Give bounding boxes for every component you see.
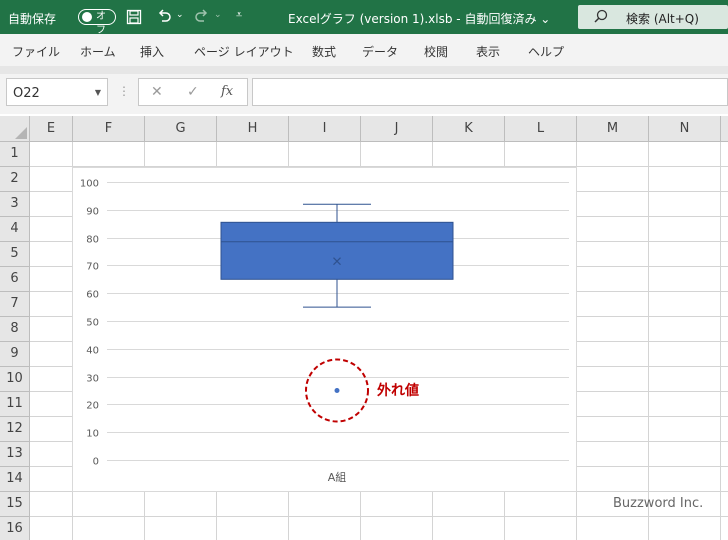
column-header-f[interactable]: F xyxy=(73,116,145,142)
search-icon xyxy=(594,9,608,26)
name-box-value: O22 xyxy=(13,86,40,101)
y-tick-label: 30 xyxy=(86,374,99,385)
redo-icon[interactable] xyxy=(192,7,212,27)
chevron-down-icon[interactable]: ▼ xyxy=(95,88,101,97)
formula-bar: O22 ▼ ⋮ ✕ ✓ fx xyxy=(0,74,728,114)
select-all-button[interactable] xyxy=(0,116,30,142)
enter-icon[interactable]: ✓ xyxy=(187,84,199,100)
search-box[interactable]: 検索 (Alt+Q) xyxy=(578,5,728,29)
watermark: Buzzword Inc. xyxy=(613,496,704,511)
tab-data[interactable]: データ xyxy=(362,43,398,60)
y-tick-label: 90 xyxy=(86,207,99,218)
y-tick-label: 80 xyxy=(86,235,99,246)
row-header-1[interactable]: 1 xyxy=(0,142,30,167)
row-header-2[interactable]: 2 xyxy=(0,167,30,192)
toggle-knob xyxy=(82,12,92,22)
insert-function-icon[interactable]: fx xyxy=(221,84,233,99)
redo-dropdown-icon: ⌄ xyxy=(214,10,222,20)
column-header-m[interactable]: M xyxy=(577,116,649,142)
title-bar: 自動保存 オフ ⌄ ⌄ ⩡ Excelグラフ (version 1).xlsb … xyxy=(0,0,728,36)
name-box[interactable]: O22 ▼ xyxy=(6,78,108,106)
column-header-k[interactable]: K xyxy=(433,116,505,142)
row-header-11[interactable]: 11 xyxy=(0,392,30,417)
tab-page-layout[interactable]: ページ レイアウト xyxy=(194,43,294,60)
formula-buttons: ✕ ✓ fx xyxy=(138,78,248,106)
row-header-13[interactable]: 13 xyxy=(0,442,30,467)
column-header-l[interactable]: L xyxy=(505,116,577,142)
column-header-g[interactable]: G xyxy=(145,116,217,142)
formula-input[interactable] xyxy=(252,78,728,106)
row-header-15[interactable]: 15 xyxy=(0,492,30,517)
tab-review[interactable]: 校閲 xyxy=(424,43,448,60)
row-header-5[interactable]: 5 xyxy=(0,242,30,267)
row-header-4[interactable]: 4 xyxy=(0,217,30,242)
row-header-14[interactable]: 14 xyxy=(0,467,30,492)
tab-view[interactable]: 表示 xyxy=(476,43,500,60)
box-plot-chart[interactable]: 100 90 80 70 60 50 40 30 20 10 0 A組 外れ値 xyxy=(72,167,577,492)
autosave-label: 自動保存 xyxy=(8,12,57,26)
select-all-icon xyxy=(15,127,27,139)
y-tick-label: 0 xyxy=(93,457,99,468)
gridline xyxy=(30,516,728,517)
column-header-j[interactable]: J xyxy=(361,116,433,142)
document-title[interactable]: Excelグラフ (version 1).xlsb - 自動回復済み ⌄ xyxy=(288,10,550,27)
row-header-6[interactable]: 6 xyxy=(0,267,30,292)
tab-insert[interactable]: 挿入 xyxy=(140,43,164,60)
tab-help[interactable]: ヘルプ xyxy=(528,43,564,60)
outlier-annotation: 外れ値 xyxy=(377,383,419,399)
column-header-i[interactable]: I xyxy=(289,116,361,142)
save-icon[interactable] xyxy=(124,7,144,27)
y-tick-label: 70 xyxy=(86,262,99,273)
tab-file[interactable]: ファイル xyxy=(12,43,60,60)
box-q1-q3[interactable] xyxy=(220,221,454,280)
autosave-toggle[interactable]: オフ xyxy=(78,9,116,36)
row-header-8[interactable]: 8 xyxy=(0,317,30,342)
row-header-7[interactable]: 7 xyxy=(0,292,30,317)
search-text: 検索 (Alt+Q) xyxy=(626,12,699,26)
column-header-h[interactable]: H xyxy=(217,116,289,142)
undo-icon[interactable] xyxy=(154,7,174,27)
column-header-o[interactable] xyxy=(721,116,728,142)
cancel-icon[interactable]: ✕ xyxy=(151,84,163,100)
customize-qat-icon[interactable]: ⩡ xyxy=(236,8,242,22)
y-tick-label: 20 xyxy=(86,401,99,412)
y-tick-label: 100 xyxy=(80,179,99,190)
ribbon-collapsed-area xyxy=(0,66,728,74)
undo-dropdown-icon[interactable]: ⌄ xyxy=(176,10,184,20)
y-tick-label: 40 xyxy=(86,346,99,357)
row-header-12[interactable]: 12 xyxy=(0,417,30,442)
row-header-10[interactable]: 10 xyxy=(0,367,30,392)
y-tick-label: 10 xyxy=(86,429,99,440)
tab-home[interactable]: ホーム xyxy=(80,43,116,60)
y-tick-label: 60 xyxy=(86,290,99,301)
y-tick-label: 50 xyxy=(86,318,99,329)
column-header-e[interactable]: E xyxy=(30,116,73,142)
column-header-n[interactable]: N xyxy=(649,116,721,142)
outlier-point[interactable] xyxy=(334,388,340,393)
tab-formulas[interactable]: 数式 xyxy=(312,43,336,60)
ribbon-tabs: ファイル ホーム 挿入 ページ レイアウト 数式 データ 校閲 表示 ヘルプ xyxy=(0,34,728,66)
row-header-16[interactable]: 16 xyxy=(0,517,30,540)
row-header-3[interactable]: 3 xyxy=(0,192,30,217)
more-options-icon[interactable]: ⋮ xyxy=(118,84,130,98)
category-label: A組 xyxy=(328,471,347,484)
row-header-9[interactable]: 9 xyxy=(0,342,30,367)
chart-canvas: 1009080706050403020100 A組 xyxy=(80,179,569,484)
